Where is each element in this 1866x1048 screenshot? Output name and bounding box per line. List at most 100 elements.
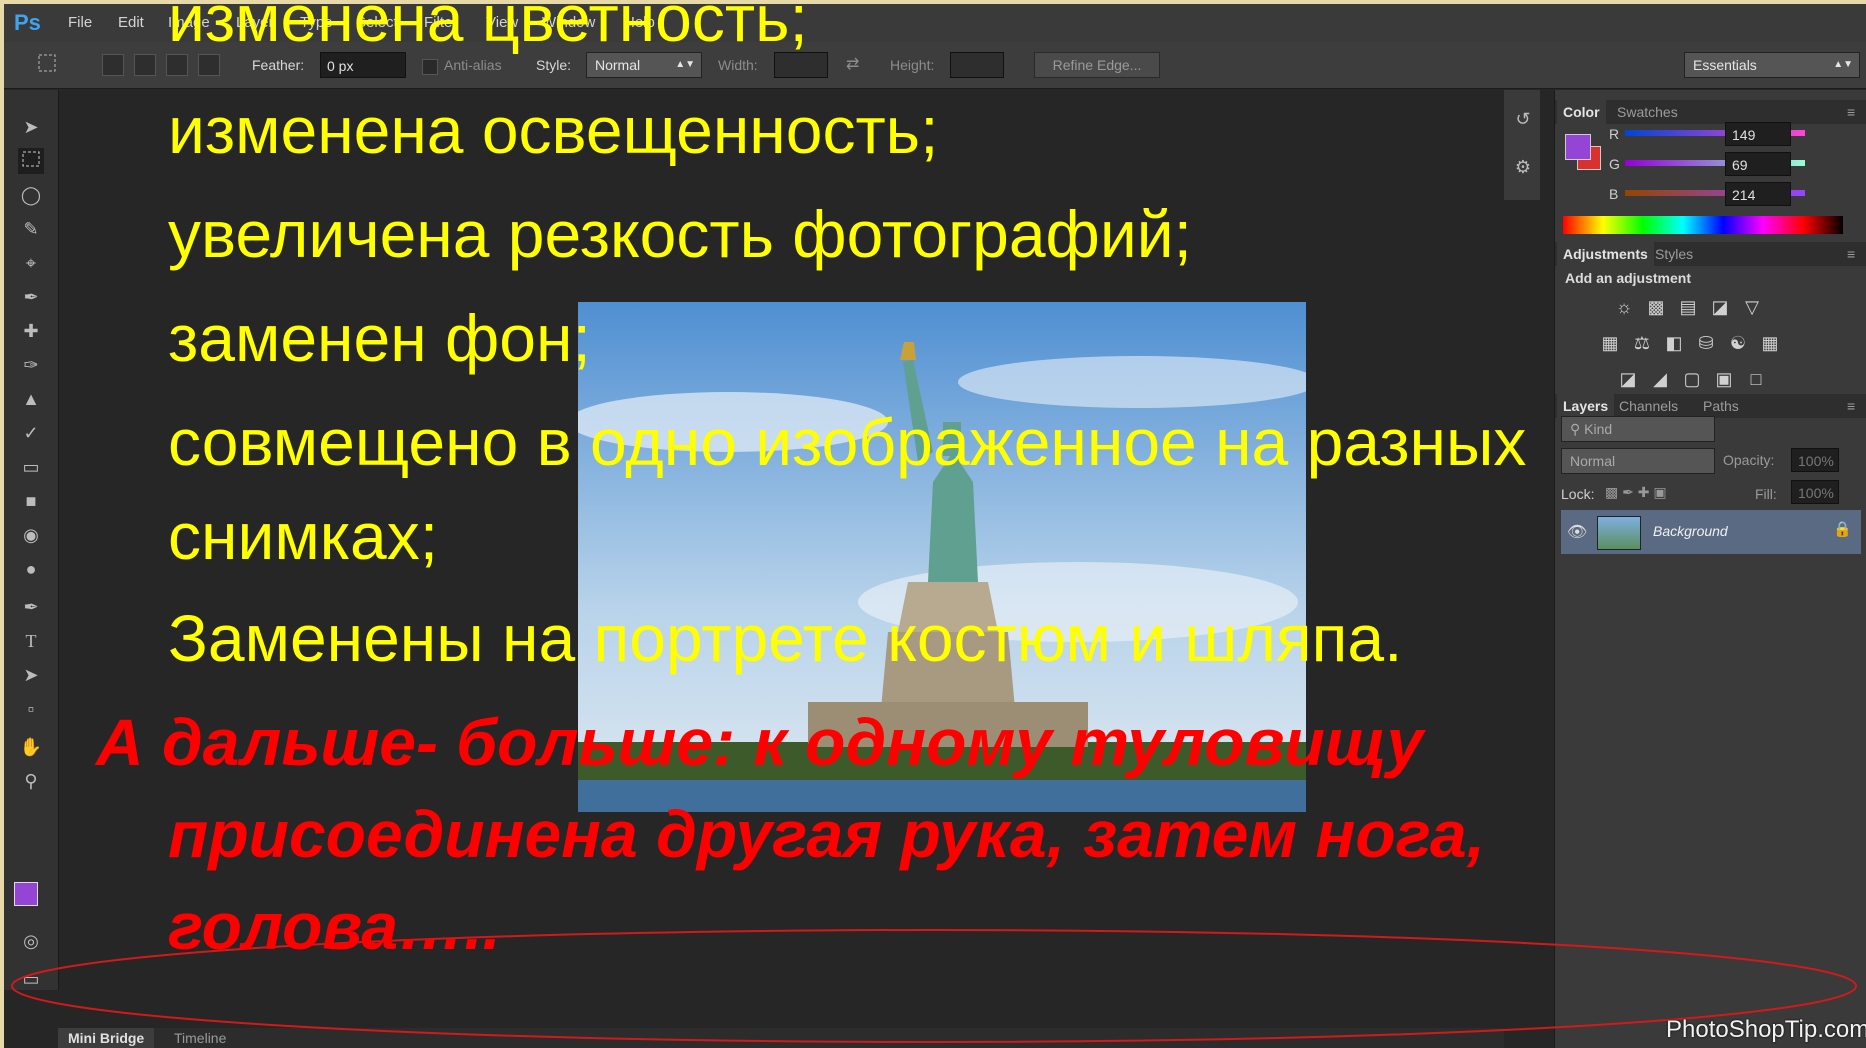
select-arrows-icon: ▲▼ <box>675 59 695 70</box>
antialias-checkbox[interactable] <box>422 59 438 75</box>
properties-panel-icon[interactable]: ⚙ <box>1510 154 1536 180</box>
healing-brush-tool-icon[interactable]: ✚ <box>18 318 44 344</box>
type-tool-icon[interactable]: T <box>18 628 44 654</box>
slide-line-2: изменена освещенность; <box>168 93 939 167</box>
slide-line-3: увеличена резкость фотографий; <box>168 197 1192 271</box>
tab-channels[interactable]: Channels <box>1619 398 1678 414</box>
pen-tool-icon[interactable]: ✒ <box>18 594 44 620</box>
layer-row-background[interactable]: 👁 Background 🔒 <box>1561 510 1861 554</box>
crop-tool-icon[interactable]: ⌖ <box>18 250 44 276</box>
slide-line-5b: снимках; <box>168 499 439 573</box>
panel-menu-icon[interactable]: ≡ <box>1847 246 1855 262</box>
fill-input[interactable]: 100% <box>1791 480 1839 504</box>
tab-layers[interactable]: Layers <box>1557 394 1615 418</box>
eraser-tool-icon[interactable]: ▭ <box>18 454 44 480</box>
color-panel-tabs: Color Swatches ≡ <box>1555 100 1866 124</box>
new-selection-icon[interactable] <box>102 54 124 76</box>
workspace-select[interactable]: Essentials ▲▼ <box>1684 52 1860 78</box>
quick-select-tool-icon[interactable]: ✎ <box>18 216 44 242</box>
hue-saturation-icon[interactable]: ▦ <box>1599 332 1621 354</box>
dodge-tool-icon[interactable]: ● <box>18 556 44 582</box>
visibility-eye-icon[interactable]: 👁 <box>1567 522 1587 542</box>
menu-file[interactable]: File <box>68 14 92 31</box>
hand-tool-icon[interactable]: ✋ <box>18 734 44 760</box>
curves-icon[interactable]: ▤ <box>1677 296 1699 318</box>
color-lookup-icon[interactable]: ▦ <box>1759 332 1781 354</box>
height-input[interactable] <box>950 52 1004 78</box>
slide-line-6: Заменены на портрете костюм и шляпа. <box>168 601 1403 675</box>
clone-stamp-tool-icon[interactable]: ▲ <box>18 386 44 412</box>
color-spectrum-bar[interactable] <box>1563 216 1843 234</box>
exposure-icon[interactable]: ◪ <box>1709 296 1731 318</box>
slide-red-line-2: присоединена другая рука, затем нога, <box>168 797 1486 871</box>
channel-mixer-icon[interactable]: ☯ <box>1727 332 1749 354</box>
watermark-text: PhotoShopTip.com <box>1666 1016 1866 1043</box>
selective-color-icon[interactable]: □ <box>1745 368 1767 390</box>
fill-label: Fill: <box>1755 486 1777 502</box>
layer-thumbnail <box>1597 516 1641 550</box>
lasso-tool-icon[interactable]: ◯ <box>18 182 44 208</box>
add-adjustment-heading: Add an adjustment <box>1565 270 1692 286</box>
g-label: G <box>1609 156 1620 172</box>
blend-mode-value: Normal <box>1570 453 1616 469</box>
tab-swatches[interactable]: Swatches <box>1617 104 1678 120</box>
layer-name[interactable]: Background <box>1653 523 1728 539</box>
gradient-tool-icon[interactable]: ■ <box>18 488 44 514</box>
path-selection-tool-icon[interactable]: ➤ <box>18 662 44 688</box>
tab-adjustments[interactable]: Adjustments <box>1557 242 1654 266</box>
blend-mode-select[interactable]: Normal <box>1561 448 1715 474</box>
panel-menu-icon[interactable]: ≡ <box>1847 104 1855 120</box>
panel-menu-icon[interactable]: ≡ <box>1847 398 1855 414</box>
move-tool-icon[interactable]: ➤ <box>18 114 44 140</box>
blur-tool-icon[interactable]: ◉ <box>18 522 44 548</box>
slide-red-line-1: А дальше- больше: к одному туловищу <box>96 705 1424 779</box>
b-label: B <box>1609 186 1619 202</box>
zoom-tool-icon[interactable]: ⚲ <box>18 768 44 794</box>
eyedropper-tool-icon[interactable]: ✒ <box>18 284 44 310</box>
tab-styles[interactable]: Styles <box>1655 246 1693 262</box>
height-label: Height: <box>890 57 935 73</box>
levels-icon[interactable]: ▩ <box>1645 296 1667 318</box>
r-input[interactable]: 149 <box>1725 122 1791 146</box>
vibrance-icon[interactable]: ▽ <box>1741 296 1763 318</box>
tools-panel: ➤ ◯ ✎ ⌖ ✒ ✚ ✑ ▲ ✓ ▭ ■ ◉ ● ✒ T ➤ ▫ ✋ ⚲ ◎ … <box>4 90 59 990</box>
photo-filter-icon[interactable]: ⛁ <box>1695 332 1717 354</box>
subtract-selection-icon[interactable] <box>166 54 188 76</box>
lock-icon: 🔒 <box>1833 521 1852 538</box>
marquee-tool-icon[interactable] <box>18 148 44 174</box>
color-panel-foreground-swatch[interactable] <box>1565 134 1591 160</box>
foreground-color-swatch[interactable] <box>14 882 38 906</box>
tab-paths[interactable]: Paths <box>1703 398 1739 414</box>
invert-icon[interactable]: ◪ <box>1617 368 1639 390</box>
width-label: Width: <box>718 57 758 73</box>
layers-panel-tabs: Layers Channels Paths ≡ <box>1555 394 1866 418</box>
refine-edge-button[interactable]: Refine Edge... <box>1034 52 1160 78</box>
threshold-icon[interactable]: ▢ <box>1681 368 1703 390</box>
g-input[interactable]: 69 <box>1725 152 1791 176</box>
add-selection-icon[interactable] <box>134 54 156 76</box>
rectangle-tool-icon[interactable]: ▫ <box>18 696 44 722</box>
history-panel-icon[interactable]: ↺ <box>1510 106 1536 132</box>
history-brush-tool-icon[interactable]: ✓ <box>18 420 44 446</box>
tab-color[interactable]: Color <box>1557 100 1606 124</box>
gradient-map-icon[interactable]: ▣ <box>1713 368 1735 390</box>
select-arrows-icon: ▲▼ <box>1833 59 1853 70</box>
lock-label: Lock: <box>1561 486 1595 502</box>
menu-edit[interactable]: Edit <box>118 14 144 31</box>
b-input[interactable]: 214 <box>1725 182 1791 206</box>
black-white-icon[interactable]: ◧ <box>1663 332 1685 354</box>
right-panels: Color Swatches ≡ R 149 G 69 B 214 Adjust… <box>1554 90 1866 1048</box>
search-icon: ⚲ <box>1570 421 1585 437</box>
marquee-preset-icon[interactable] <box>34 52 60 78</box>
color-balance-icon[interactable]: ⚖ <box>1631 332 1653 354</box>
workspace-value: Essentials <box>1693 57 1757 73</box>
swap-icon[interactable]: ⇄ <box>846 54 859 74</box>
layer-kind-value: Kind <box>1584 421 1613 437</box>
brush-tool-icon[interactable]: ✑ <box>18 352 44 378</box>
opacity-input[interactable]: 100% <box>1791 448 1839 472</box>
posterize-icon[interactable]: ◢ <box>1649 368 1671 390</box>
brightness-icon[interactable]: ☼ <box>1613 296 1635 318</box>
lock-icons[interactable]: ▩ ✒ ✚ ▣ <box>1605 484 1667 501</box>
layer-kind-filter[interactable]: ⚲ Kind <box>1561 416 1715 442</box>
intersect-selection-icon[interactable] <box>198 54 220 76</box>
